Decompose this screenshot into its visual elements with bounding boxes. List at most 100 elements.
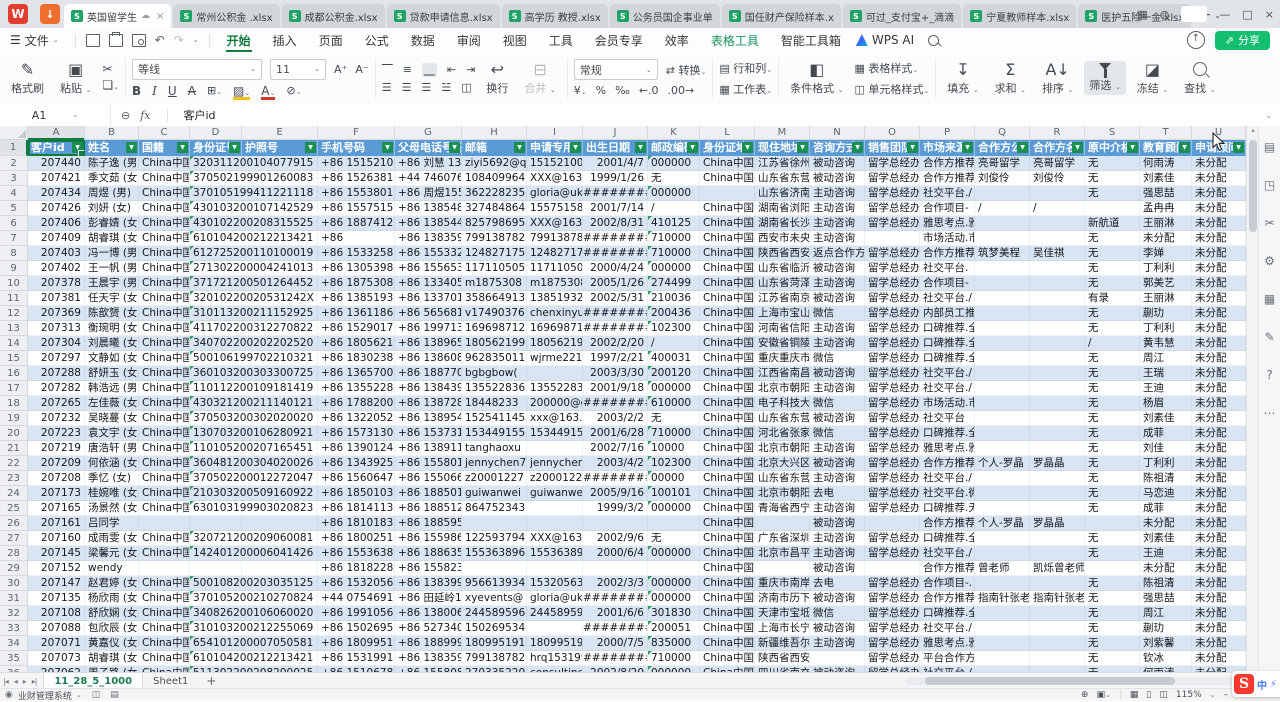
cell-B22[interactable]: 何依涵 (女: [85, 456, 139, 471]
cell-I17[interactable]: 135522836: [527, 381, 583, 396]
cell-L2[interactable]: China中国: [700, 156, 755, 171]
column-header-A[interactable]: A: [28, 126, 85, 140]
cell-G8[interactable]: +86 15533258500: [395, 246, 462, 261]
cell-C15[interactable]: China中国: [139, 351, 190, 366]
cell-P9[interactable]: 社交平台.: [920, 261, 975, 276]
cell-R12[interactable]: [1030, 306, 1085, 321]
column-header-N[interactable]: N: [810, 126, 865, 140]
cell-F4[interactable]: +86 15538019: [318, 186, 395, 201]
cell-K33[interactable]: 200051: [648, 621, 700, 636]
cell-B33[interactable]: 包欣辰 (女: [85, 621, 139, 636]
cell-D2[interactable]: 320311200104077915: [190, 156, 318, 171]
cell-J2[interactable]: 2001/4/7: [583, 156, 648, 171]
cell-Q4[interactable]: [975, 186, 1030, 201]
cell-Q3[interactable]: 刘俊伶: [975, 171, 1030, 186]
cell-C16[interactable]: China中国: [139, 366, 190, 381]
cell-Q21[interactable]: [975, 441, 1030, 456]
cell-C33[interactable]: China中国: [139, 621, 190, 636]
cell-D16[interactable]: 360103200303300725: [190, 366, 318, 381]
cell-B21[interactable]: 唐浩轩 (男: [85, 441, 139, 456]
cell-G26[interactable]: +86 18859518772: [395, 516, 462, 531]
cell-N20[interactable]: 微信: [810, 426, 865, 441]
cell-J32[interactable]: 2001/6/6: [583, 606, 648, 621]
filter-header-cell-F1[interactable]: 手机号码▼: [318, 140, 395, 156]
cell-L4[interactable]: [700, 186, 755, 201]
cell-R23[interactable]: [1030, 471, 1085, 486]
eye-protect-icon[interactable]: ▣⌄: [1096, 690, 1110, 700]
cell-B17[interactable]: 韩浩远 (男: [85, 381, 139, 396]
cell-L34[interactable]: China中国: [700, 636, 755, 651]
cell-G4[interactable]: +86 周煜155380: [395, 186, 462, 201]
cell-K3[interactable]: 无: [648, 171, 700, 186]
cell-Q26[interactable]: 个人-罗晶: [975, 516, 1030, 531]
cell-R14[interactable]: [1030, 336, 1085, 351]
cell-L10[interactable]: China中国: [700, 276, 755, 291]
cell-S28[interactable]: 无: [1085, 546, 1140, 561]
cell-L20[interactable]: China中国: [700, 426, 755, 441]
document-tab-5[interactable]: S公务员国企事业单: [610, 4, 720, 28]
cell-L7[interactable]: China中国: [700, 231, 755, 246]
cell-O18[interactable]: 留学总经办: [865, 396, 920, 411]
cell-T15[interactable]: 周江: [1140, 351, 1192, 366]
copy-icon[interactable]: ❏⌄: [102, 79, 119, 94]
cell-F7[interactable]: +86: [318, 231, 395, 246]
cell-O29[interactable]: [865, 561, 920, 576]
cell-P24[interactable]: 社交平台.微: [920, 486, 975, 501]
cell-D4[interactable]: 370105199411221118: [190, 186, 318, 201]
cell-A24[interactable]: 207173: [28, 486, 85, 501]
filter-header-cell-S1[interactable]: 原中介机▼: [1085, 140, 1140, 156]
increase-indent-icon[interactable]: ⇥: [466, 63, 475, 76]
page-break-view-icon[interactable]: ◫: [1159, 690, 1168, 700]
cell-S21[interactable]: 无: [1085, 441, 1140, 456]
cell-K28[interactable]: 000000: [648, 546, 700, 561]
cell-J11[interactable]: 2002/5/31: [583, 291, 648, 306]
cell-N33[interactable]: 被动咨询: [810, 621, 865, 636]
distribute-icon[interactable]: ◫: [461, 81, 471, 94]
cell-G7[interactable]: +86 13835925706: [395, 231, 462, 246]
cell-A34[interactable]: 207071: [28, 636, 85, 651]
cell-O5[interactable]: 留学总经办: [865, 201, 920, 216]
cell-H5[interactable]: 327484864: [462, 201, 527, 216]
cell-L24[interactable]: China中国: [700, 486, 755, 501]
cell-B16[interactable]: 舒妍玉 (女: [85, 366, 139, 381]
worksheet-menu[interactable]: ▦ 工作表⌄: [719, 81, 772, 97]
row-header-28[interactable]: 28: [0, 546, 28, 561]
vertical-scroll-thumb[interactable]: [1249, 140, 1257, 232]
cell-M31[interactable]: 济南市历下: [755, 591, 810, 606]
cell-A19[interactable]: 207232: [28, 411, 85, 426]
cell-O12[interactable]: 留学总经办: [865, 306, 920, 321]
cell-N9[interactable]: 被动咨询: [810, 261, 865, 276]
horizontal-scroll-thumb[interactable]: [925, 677, 1175, 685]
cell-L32[interactable]: China中国: [700, 606, 755, 621]
cell-L17[interactable]: China中国: [700, 381, 755, 396]
filter-dropdown-icon[interactable]: ▼: [1072, 142, 1083, 153]
cell-K17[interactable]: 000000: [648, 381, 700, 396]
cell-N27[interactable]: 主动咨询: [810, 531, 865, 546]
cell-R9[interactable]: [1030, 261, 1085, 276]
cell-Q7[interactable]: [975, 231, 1030, 246]
cell-U11[interactable]: 未分配: [1192, 291, 1246, 306]
cell-P18[interactable]: 市场活动.市: [920, 396, 975, 411]
filter-header-cell-T1[interactable]: 教育顾问▼: [1140, 140, 1192, 156]
cell-I9[interactable]: 117110505: [527, 261, 583, 276]
cell-U24[interactable]: 未分配: [1192, 486, 1246, 501]
cell-U15[interactable]: 未分配: [1192, 351, 1246, 366]
cell-S10[interactable]: 无: [1085, 276, 1140, 291]
cell-O11[interactable]: 留学总经办: [865, 291, 920, 306]
cell-P4[interactable]: 社交平台./: [920, 186, 975, 201]
cell-Q34[interactable]: [975, 636, 1030, 651]
cell-G14[interactable]: +86 13896522100: [395, 336, 462, 351]
cell-M10[interactable]: 山东省菏泽: [755, 276, 810, 291]
cell-R2[interactable]: 亮哥留学: [1030, 156, 1085, 171]
cell-T3[interactable]: 刘素佳: [1140, 171, 1192, 186]
cell-Q12[interactable]: [975, 306, 1030, 321]
cell-S22[interactable]: 无: [1085, 456, 1140, 471]
cell-F8[interactable]: +86 15332585: [318, 246, 395, 261]
cell-J25[interactable]: 1999/3/2: [583, 501, 648, 516]
fx-icon[interactable]: fx: [140, 109, 150, 122]
first-sheet-icon[interactable]: |◂: [3, 677, 8, 686]
cell-D23[interactable]: 370502200012272047: [190, 471, 318, 486]
cell-L22[interactable]: China中国: [700, 456, 755, 471]
cell-F10[interactable]: +86 18753080: [318, 276, 395, 291]
cell-N25[interactable]: 主动咨询: [810, 501, 865, 516]
